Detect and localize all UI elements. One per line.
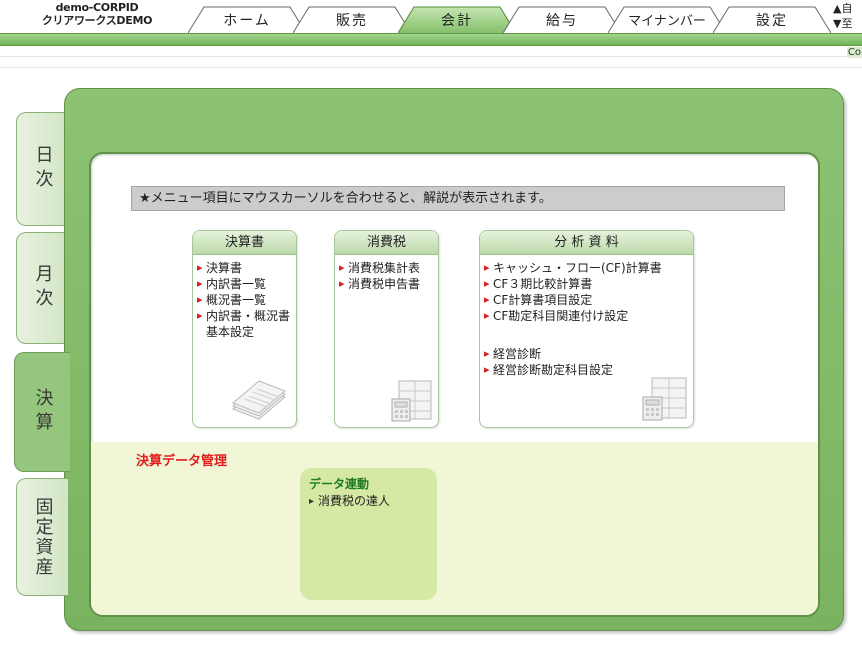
menu-item-shohizei-shukeihyo[interactable]: 消費税集計表	[339, 260, 438, 276]
tab-settings-label: 設定	[756, 12, 788, 29]
menu-item-kessansho[interactable]: 決算書	[197, 260, 296, 276]
menu-item-cf-account-mapping[interactable]: CF勘定科目関連付け設定	[484, 308, 693, 324]
sidebar-tab-closing-label: 決算	[32, 388, 54, 436]
card-shohizei-title: 消費税	[335, 231, 438, 255]
menu-item-cf-3year-comparison[interactable]: CF３期比較計算書	[484, 276, 693, 292]
tab-settings[interactable]: 設定	[713, 6, 831, 33]
tab-sales[interactable]: 販売	[293, 6, 411, 33]
card-bunseki-list: キャッシュ・フロー(CF)計算書 CF３期比較計算書 CF計算書項目設定 CF勘…	[480, 255, 693, 378]
menu-item-cf-item-settings[interactable]: CF計算書項目設定	[484, 292, 693, 308]
tab-home[interactable]: ホーム	[188, 6, 306, 33]
tab-accounting-label: 会計	[441, 12, 473, 29]
sidebar-tab-daily-label: 日次	[32, 145, 54, 193]
header-divider	[0, 56, 862, 68]
menu-item-cf-statement[interactable]: キャッシュ・フロー(CF)計算書	[484, 260, 693, 276]
sidebar-tab-closing[interactable]: 決算	[14, 352, 70, 472]
sidebar-tab-monthly-label: 月次	[32, 264, 54, 312]
menu-item-uchiwakesho-list[interactable]: 内訳書一覧	[197, 276, 296, 292]
calculator-sheet-icon	[642, 377, 687, 421]
sidebar-tab-monthly[interactable]: 月次	[16, 232, 68, 344]
card-shohizei-list: 消費税集計表 消費税申告書	[335, 255, 438, 292]
card-kessansho-title: 決算書	[193, 231, 296, 255]
company-id: demo-CORPID	[55, 1, 139, 14]
app-header: demo-CORPID クリアワークスDEMO ホーム 販売 会計 給与 マイナ…	[0, 0, 862, 36]
period-links: ▲自 ▼至	[833, 1, 852, 31]
header-green-bar	[0, 33, 862, 46]
tab-payroll[interactable]: 給与	[503, 6, 621, 33]
menu-item-basic-settings[interactable]: 内訳書・概況書 基本設定	[197, 308, 296, 340]
menu-item-gaikyosho-list[interactable]: 概況書一覧	[197, 292, 296, 308]
company-info: demo-CORPID クリアワークスDEMO	[22, 1, 172, 27]
sidebar-tab-fixed-assets[interactable]: 固定資産	[16, 478, 68, 596]
calculator-sheet-icon	[391, 380, 432, 422]
sidebar-tab-daily[interactable]: 日次	[16, 112, 68, 226]
period-from-link[interactable]: ▲自	[833, 1, 852, 16]
tab-mynumber[interactable]: マイナンバー	[608, 6, 726, 33]
tab-payroll-label: 給与	[546, 12, 578, 29]
menu-item-management-diagnosis[interactable]: 経営診断	[484, 346, 693, 362]
sidebar-tab-fixed-assets-label: 固定資産	[32, 497, 54, 577]
company-name: クリアワークスDEMO	[41, 14, 153, 27]
help-notice: ★メニュー項目にマウスカーソルを合わせると、解説が表示されます。	[131, 186, 785, 211]
card-kessansho-list: 決算書 内訳書一覧 概況書一覧 内訳書・概況書 基本設定	[193, 255, 296, 340]
card-kessansho: 決算書 決算書 内訳書一覧 概況書一覧 内訳書・概況書 基本設定	[192, 230, 297, 428]
tab-mynumber-label: マイナンバー	[628, 14, 706, 29]
period-to-link[interactable]: ▼至	[833, 16, 852, 31]
data-link-title: データ連動	[309, 477, 370, 491]
closing-data-management-heading: 決算データ管理	[136, 454, 228, 469]
card-bunseki: 分 析 資 料 キャッシュ・フロー(CF)計算書 CF３期比較計算書 CF計算書…	[479, 230, 694, 428]
menu-item-shohizei-tatsujin[interactable]: 消費税の達人	[309, 493, 428, 510]
content-panel: ★メニュー項目にマウスカーソルを合わせると、解説が表示されます。 決算書 決算書…	[89, 152, 820, 617]
card-bunseki-title: 分 析 資 料	[480, 231, 693, 255]
menu-item-shohizei-shinkokusho[interactable]: 消費税申告書	[339, 276, 438, 292]
tab-sales-label: 販売	[336, 12, 368, 29]
card-shohizei: 消費税 消費税集計表 消費税申告書	[334, 230, 439, 428]
tab-accounting[interactable]: 会計	[398, 6, 516, 33]
documents-icon	[232, 380, 286, 420]
tab-home-label: ホーム	[223, 12, 271, 29]
data-link-box: データ連動 消費税の達人	[300, 468, 437, 600]
